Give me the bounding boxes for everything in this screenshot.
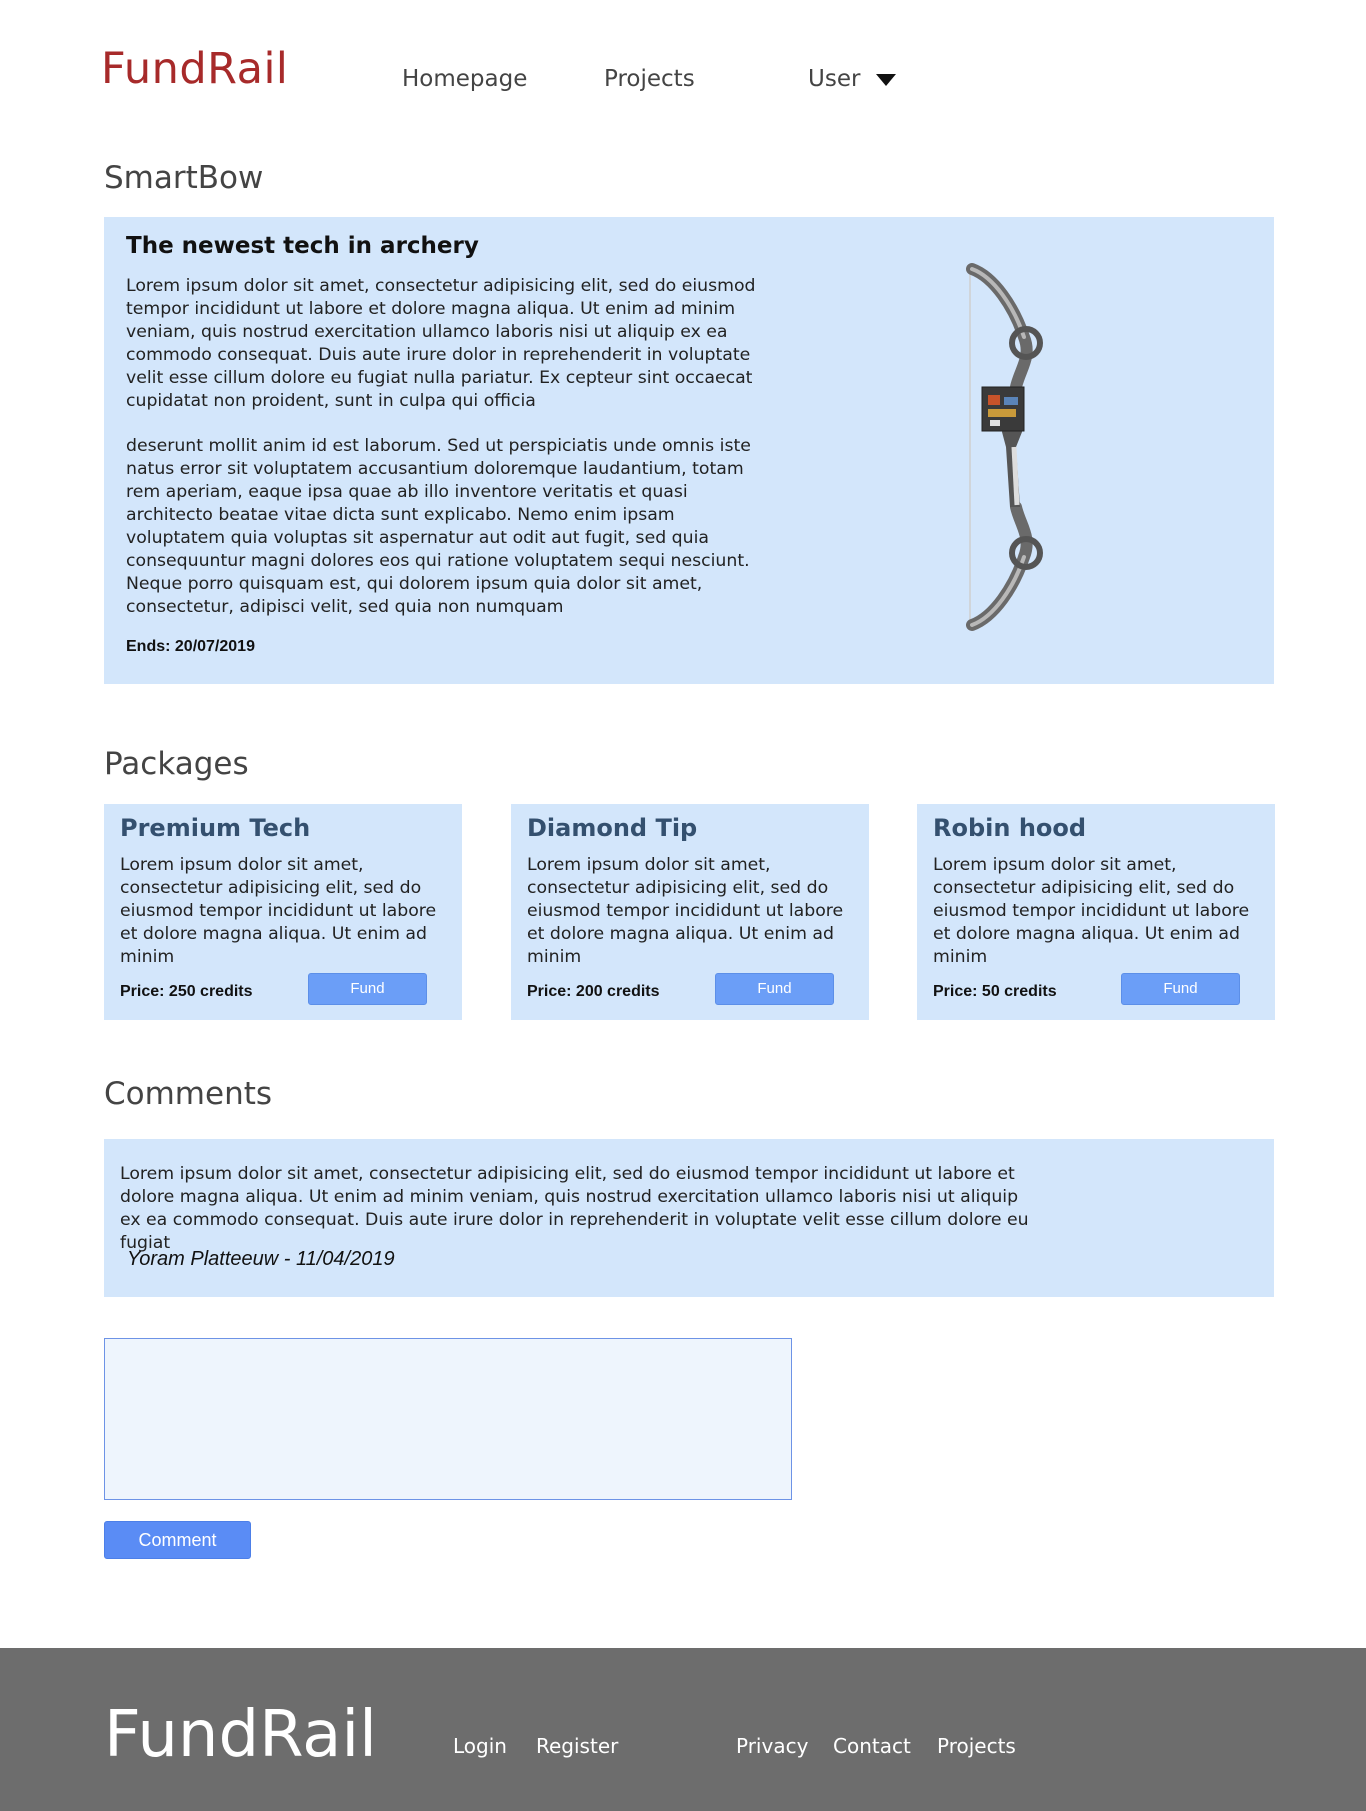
bow-image: [924, 257, 1124, 637]
comment-item: Lorem ipsum dolor sit amet, consectetur …: [104, 1139, 1274, 1297]
comment-input[interactable]: [104, 1338, 792, 1500]
project-title: SmartBow: [104, 160, 264, 196]
nav-projects[interactable]: Projects: [604, 66, 695, 92]
project-paragraph: deserunt mollit anim id est laborum. Sed…: [126, 436, 751, 617]
comments-title: Comments: [104, 1076, 273, 1112]
footer-logo[interactable]: FundRail: [104, 1698, 377, 1772]
footer-link-projects[interactable]: Projects: [937, 1734, 1016, 1758]
package-price: Price: 250 credits: [120, 983, 253, 1000]
package-price: Price: 200 credits: [527, 983, 660, 1000]
project-end-date: Ends: 20/07/2019: [126, 638, 255, 655]
project-paragraph: Lorem ipsum dolor sit amet, consectetur …: [126, 276, 756, 411]
project-heading: The newest tech in archery: [126, 233, 479, 259]
footer-link-privacy[interactable]: Privacy: [736, 1734, 808, 1758]
comment-submit-button[interactable]: Comment: [104, 1521, 251, 1559]
package-description: Lorem ipsum dolor sit amet, consectetur …: [527, 855, 844, 967]
project-description: Lorem ipsum dolor sit amet, consectetur …: [126, 275, 766, 641]
package-card: Robin hood Lorem ipsum dolor sit amet, c…: [917, 804, 1275, 1020]
footer-link-contact[interactable]: Contact: [833, 1734, 911, 1758]
package-name: Robin hood: [933, 814, 1087, 842]
project-panel: The newest tech in archery Lorem ipsum d…: [104, 217, 1274, 684]
package-price: Price: 50 credits: [933, 983, 1057, 1000]
fund-button[interactable]: Fund: [715, 973, 834, 1005]
package-name: Diamond Tip: [527, 814, 698, 842]
comment-author: Yoram Platteeuw - 11/04/2019: [127, 1248, 395, 1270]
nav-user-label: User: [808, 66, 861, 92]
fund-button[interactable]: Fund: [308, 973, 427, 1005]
site-logo[interactable]: FundRail: [101, 44, 288, 94]
fund-button[interactable]: Fund: [1121, 973, 1240, 1005]
footer: FundRail Login Register Privacy Contact …: [0, 1648, 1366, 1811]
nav-homepage[interactable]: Homepage: [402, 66, 527, 92]
package-name: Premium Tech: [120, 814, 311, 842]
comment-text: Lorem ipsum dolor sit amet, consectetur …: [120, 1164, 1029, 1253]
package-card: Premium Tech Lorem ipsum dolor sit amet,…: [104, 804, 462, 1020]
package-description: Lorem ipsum dolor sit amet, consectetur …: [120, 855, 437, 967]
nav-user-dropdown[interactable]: User: [808, 66, 897, 92]
footer-link-register[interactable]: Register: [536, 1734, 618, 1758]
package-description: Lorem ipsum dolor sit amet, consectetur …: [933, 855, 1250, 967]
packages-title: Packages: [104, 746, 249, 782]
package-card: Diamond Tip Lorem ipsum dolor sit amet, …: [511, 804, 869, 1020]
footer-link-login[interactable]: Login: [453, 1734, 507, 1758]
chevron-down-icon: [876, 74, 897, 86]
